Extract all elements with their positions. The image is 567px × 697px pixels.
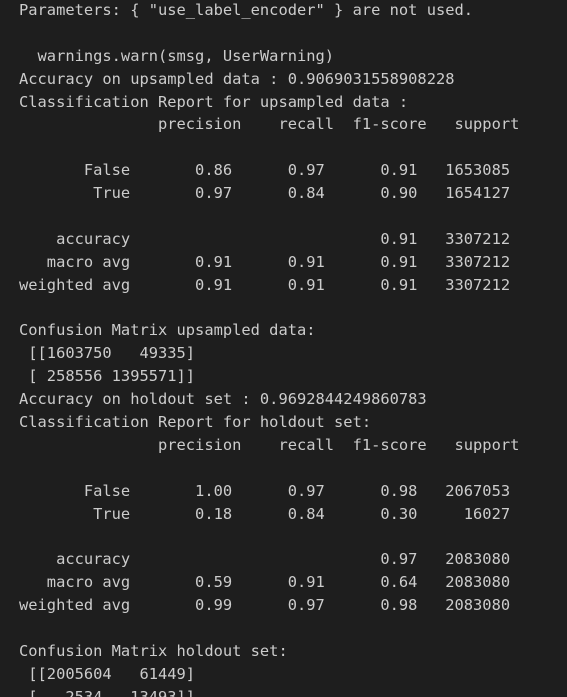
terminal-line: precision recall f1-score support bbox=[19, 435, 520, 454]
terminal-line: Accuracy on holdout set : 0.969284424986… bbox=[19, 390, 427, 409]
terminal-line: Classification Report for holdout set: bbox=[19, 413, 372, 432]
terminal-line: True 0.97 0.84 0.90 1654127 bbox=[19, 184, 511, 203]
terminal-line: weighted avg 0.99 0.97 0.98 2083080 bbox=[19, 596, 511, 615]
terminal-line: accuracy 0.97 2083080 bbox=[19, 550, 511, 569]
terminal-line: warnings.warn(smsg, UserWarning) bbox=[19, 46, 335, 65]
terminal-line: weighted avg 0.91 0.91 0.91 3307212 bbox=[19, 275, 511, 294]
terminal-line: precision recall f1-score support bbox=[19, 115, 520, 134]
terminal-line: Parameters: { "use_label_encoder" } are … bbox=[19, 1, 474, 19]
terminal-line: True 0.18 0.84 0.30 16027 bbox=[19, 504, 511, 523]
terminal-output-panel[interactable]: Parameters: { "use_label_encoder" } are … bbox=[0, 0, 567, 697]
terminal-line: Confusion Matrix upsampled data: bbox=[19, 321, 316, 340]
terminal-line: Classification Report for upsampled data… bbox=[19, 92, 409, 111]
terminal-line: False 1.00 0.97 0.98 2067053 bbox=[19, 481, 511, 500]
terminal-line: macro avg 0.59 0.91 0.64 2083080 bbox=[19, 573, 511, 592]
terminal-line: Confusion Matrix holdout set: bbox=[19, 641, 288, 660]
terminal-line: accuracy 0.91 3307212 bbox=[19, 229, 511, 248]
terminal-line: macro avg 0.91 0.91 0.91 3307212 bbox=[19, 252, 511, 271]
terminal-output: Parameters: { "use_label_encoder" } are … bbox=[19, 0, 567, 697]
terminal-line: False 0.86 0.97 0.91 1653085 bbox=[19, 161, 511, 180]
terminal-line: Accuracy on upsampled data : 0.906903155… bbox=[19, 69, 455, 88]
terminal-line: [[1603750 49335] bbox=[19, 344, 196, 363]
terminal-line: [ 258556 1395571]] bbox=[19, 367, 196, 386]
terminal-line: [ 2534 13493]] bbox=[19, 687, 196, 697]
terminal-line: [[2005604 61449] bbox=[19, 664, 196, 683]
